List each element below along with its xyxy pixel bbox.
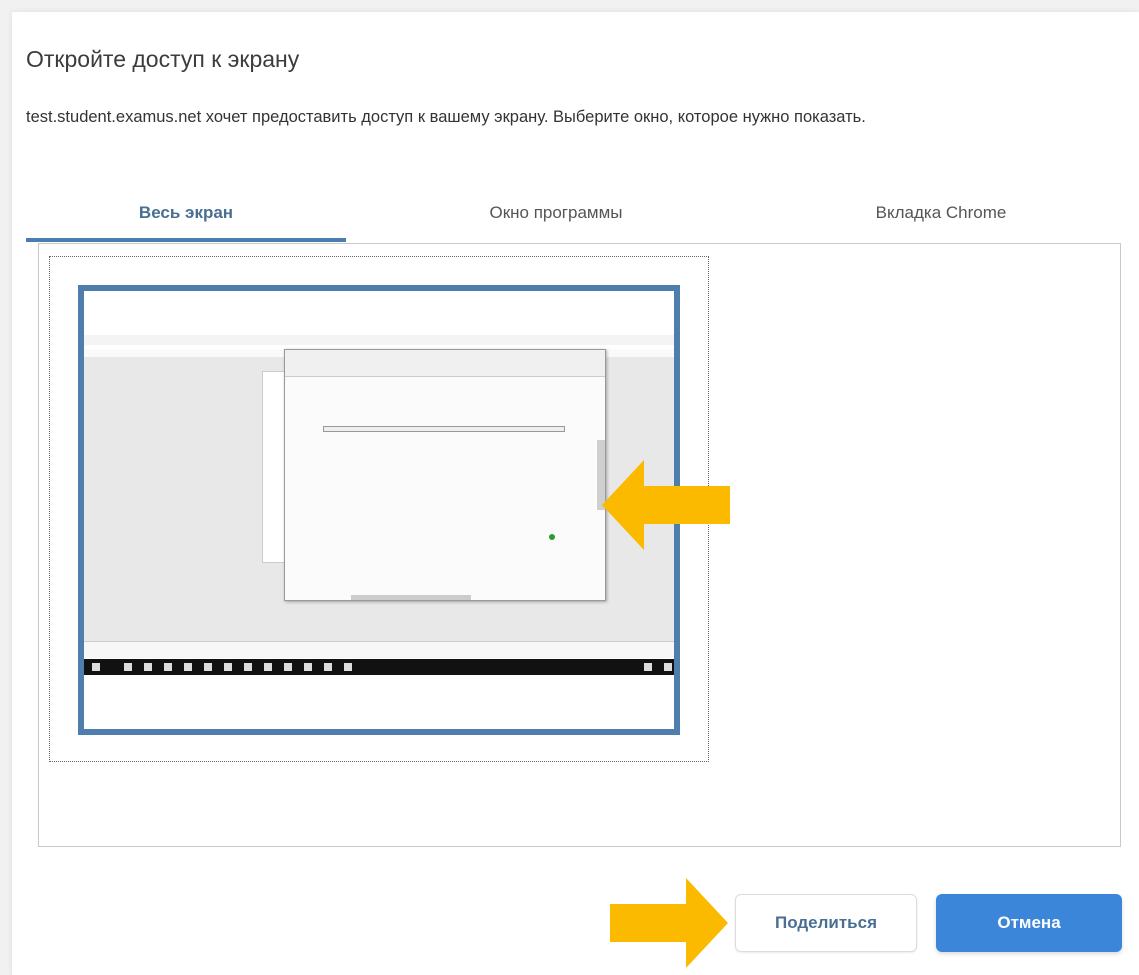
thumbnail-window-field [323, 426, 565, 432]
arrow-icon [602, 460, 732, 550]
tab-application-window[interactable]: Окно программы [386, 192, 726, 242]
screen-thumbnail [78, 285, 680, 735]
dialog-description: test.student.examus.net хочет предостави… [26, 108, 866, 126]
tab-entire-screen[interactable]: Весь экран [26, 192, 346, 242]
thumbnail-downloadbar [84, 641, 674, 658]
dialog-title: Откройте доступ к экрану [26, 46, 300, 72]
thumbnail-window [284, 349, 606, 601]
thumbnail-window-hscrollbar [351, 595, 471, 600]
tab-chrome-tab[interactable]: Вкладка Chrome [766, 192, 1116, 242]
share-button[interactable]: Поделиться [735, 894, 917, 952]
thumbnail-taskbar [84, 659, 674, 675]
thumbnail-window-toolbar [285, 350, 605, 377]
cancel-button[interactable]: Отмена [936, 894, 1122, 952]
arrow-icon [610, 878, 728, 968]
tab-bar: Весь экран Окно программы Вкладка Chrome [26, 192, 1116, 244]
thumbnail-tabstrip [84, 335, 674, 345]
source-list [38, 243, 1121, 847]
thumbnail-status-dot [549, 534, 555, 540]
